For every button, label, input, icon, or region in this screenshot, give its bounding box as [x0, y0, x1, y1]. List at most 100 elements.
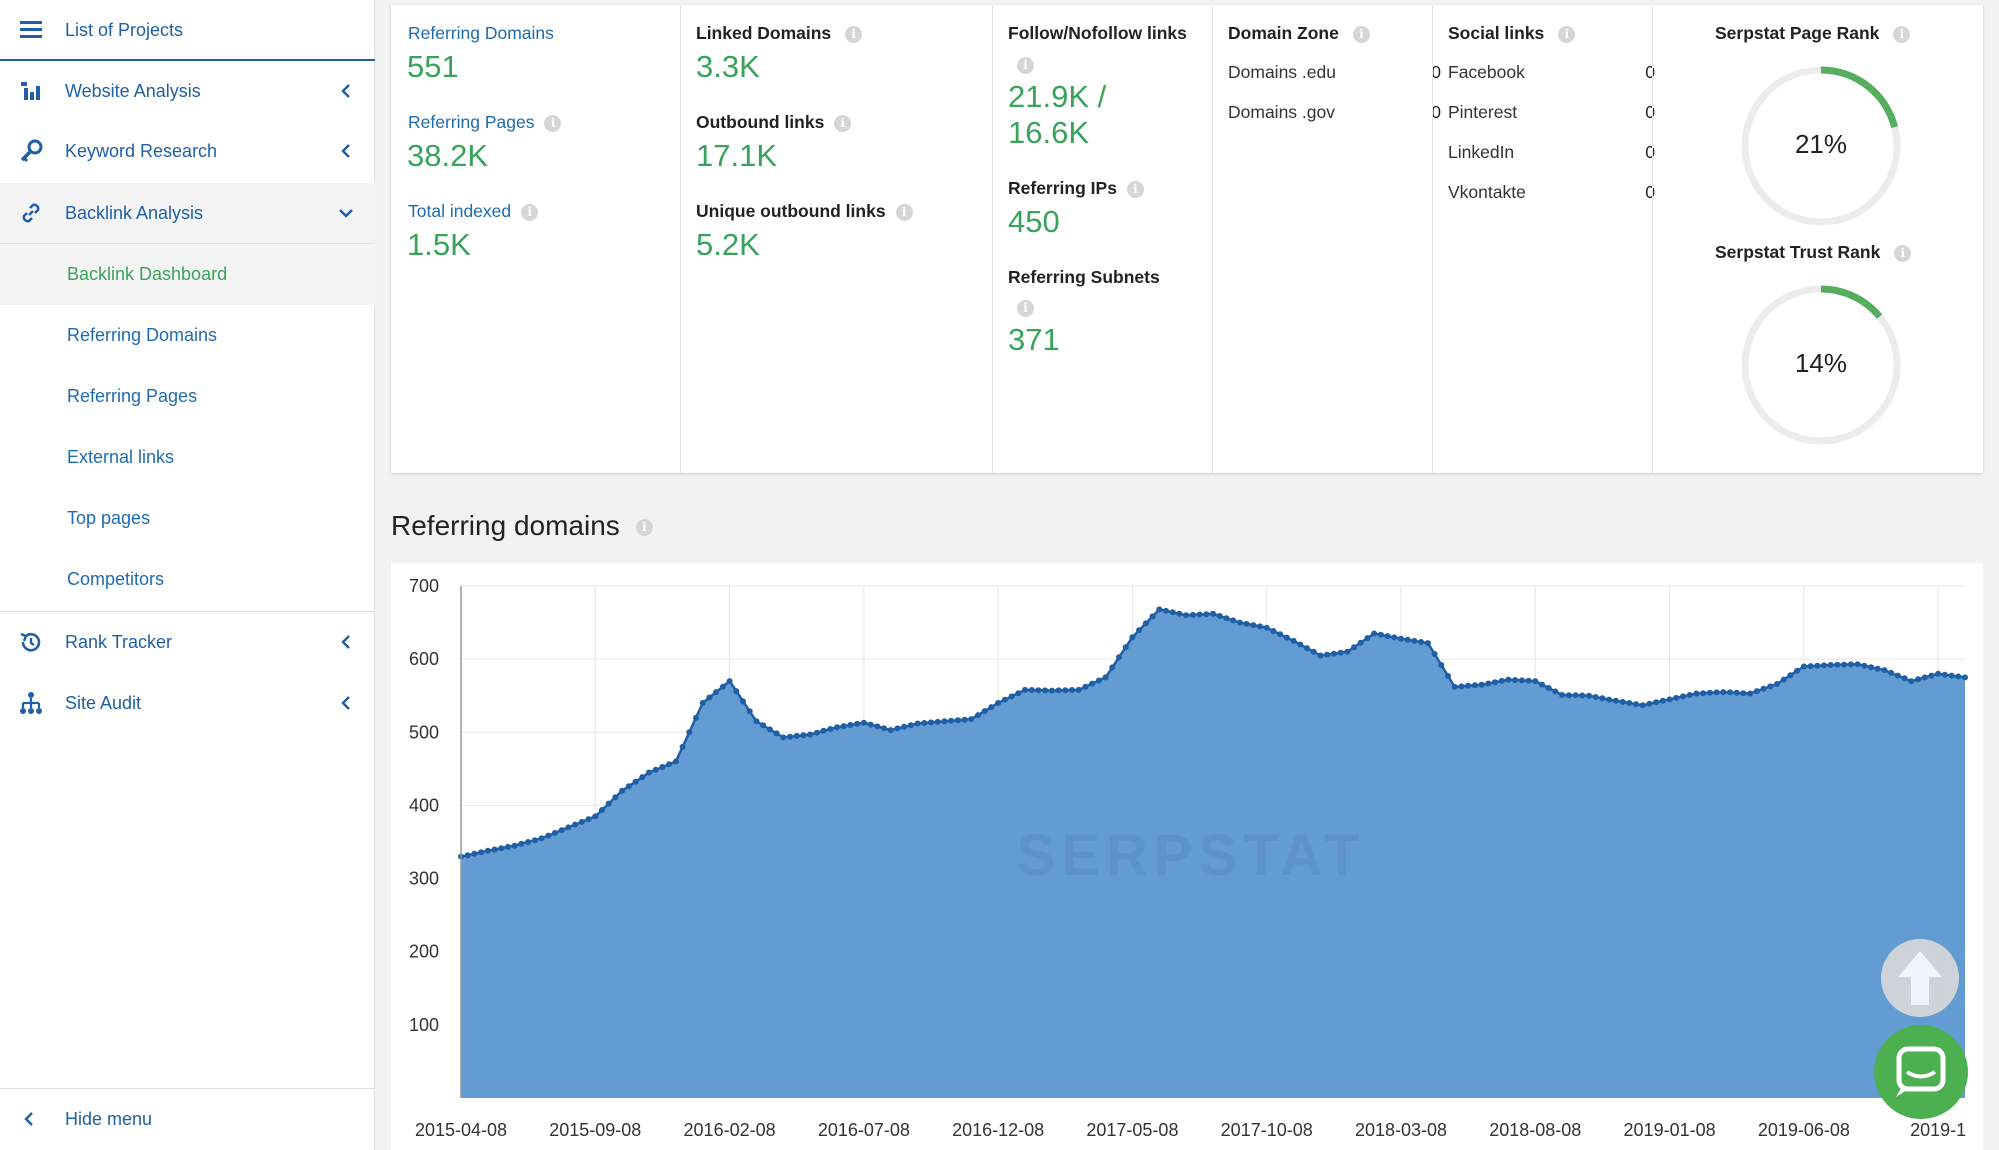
y-tick-label: 300	[409, 869, 439, 889]
data-point	[1445, 673, 1451, 679]
data-point	[1592, 694, 1599, 700]
column-divider	[1212, 5, 1213, 473]
scroll-to-top-button[interactable]	[1881, 939, 1959, 1017]
referring-pages-link[interactable]: Referring Pages i	[408, 112, 562, 133]
sidebar: List of Projects Website Analysis Keywor…	[0, 0, 375, 1150]
unique-outbound-label: Unique outbound links	[696, 201, 886, 221]
data-point	[1028, 687, 1035, 693]
data-point	[1747, 690, 1754, 697]
data-point	[619, 787, 626, 794]
data-point	[652, 766, 659, 773]
info-icon[interactable]: i	[895, 203, 913, 221]
data-point	[780, 734, 787, 741]
sidebar-item-keyword-research[interactable]: Keyword Research	[0, 121, 375, 181]
sidebar-subitem-label: Competitors	[67, 569, 165, 589]
data-point	[1498, 677, 1505, 684]
referring-subnets-value: 371	[1008, 322, 1060, 357]
sidebar-subitem-backlink-dashboard[interactable]: Backlink Dashboard	[0, 244, 375, 305]
data-point	[1552, 688, 1559, 695]
data-point	[1492, 679, 1498, 686]
data-point	[1277, 631, 1284, 638]
data-point	[1653, 699, 1660, 706]
y-tick-label: 100	[409, 1015, 439, 1035]
history-icon	[20, 632, 41, 652]
data-point	[1733, 689, 1740, 696]
data-point	[1901, 675, 1908, 682]
sidebar-subitem-competitors[interactable]: Competitors	[0, 549, 375, 610]
page-rank-heading: Serpstat Page Rank i	[1715, 23, 1911, 44]
outbound-links-label: Outbound links	[696, 112, 825, 132]
sidebar-subitem-referring-domains[interactable]: Referring Domains	[0, 305, 375, 366]
chat-icon	[1896, 1046, 1946, 1097]
y-tick-label: 600	[409, 649, 439, 669]
info-icon[interactable]: i	[845, 25, 863, 43]
data-point	[1666, 696, 1673, 703]
info-icon[interactable]: i	[1558, 25, 1576, 43]
info-icon[interactable]: i	[1017, 300, 1034, 317]
info-icon[interactable]: i	[834, 114, 852, 132]
data-point	[1619, 698, 1626, 705]
data-point	[1478, 681, 1485, 688]
info-icon[interactable]: i	[1352, 25, 1370, 43]
page-rank-label: Serpstat Page Rank	[1715, 23, 1880, 43]
data-point	[1102, 674, 1109, 681]
data-point	[646, 769, 652, 776]
data-point	[1807, 663, 1814, 670]
column-divider	[1432, 5, 1433, 473]
data-point	[928, 719, 934, 726]
info-icon[interactable]: i	[1017, 57, 1034, 74]
data-point	[1290, 637, 1297, 644]
referring-pages-label: Referring Pages	[408, 112, 535, 132]
total-indexed-link[interactable]: Total indexed i	[408, 201, 539, 222]
data-point	[572, 821, 579, 828]
data-point	[1935, 670, 1942, 677]
data-point	[1048, 687, 1055, 694]
sidebar-item-website-analysis[interactable]: Website Analysis	[0, 61, 375, 121]
domain-zone-value: 0	[1431, 62, 1441, 82]
sidebar-subitem-external-links[interactable]: External links	[0, 427, 375, 488]
data-point	[1639, 702, 1646, 709]
info-icon[interactable]: i	[521, 203, 539, 221]
data-point	[1391, 634, 1398, 641]
trust-rank-label: Serpstat Trust Rank	[1715, 242, 1881, 262]
data-point	[800, 732, 807, 739]
data-point	[1062, 687, 1069, 694]
data-point	[1505, 676, 1512, 683]
data-point	[1015, 690, 1022, 697]
sidebar-subitem-top-pages[interactable]: Top pages	[0, 488, 375, 549]
data-point	[505, 843, 511, 850]
chart-card: 100 200 300 400 500 600 700 2015-04-08 2015-09-0…	[391, 563, 1983, 1150]
data-point	[1351, 644, 1357, 651]
sidebar-item-rank-tracker[interactable]: Rank Tracker	[0, 612, 375, 672]
info-icon[interactable]: i	[1126, 180, 1144, 198]
data-point	[1713, 689, 1720, 696]
x-tick-label: 2016-02-08	[684, 1120, 776, 1140]
sidebar-subitem-label: Top pages	[67, 508, 151, 528]
data-point	[672, 758, 679, 765]
data-point	[1532, 678, 1539, 685]
info-icon[interactable]: i	[635, 519, 653, 537]
info-icon[interactable]: i	[544, 114, 562, 132]
data-point	[1586, 692, 1592, 699]
info-icon[interactable]: i	[1893, 25, 1911, 43]
list-of-projects-button[interactable]: List of Projects	[0, 0, 375, 60]
data-point	[901, 723, 908, 730]
data-point	[820, 727, 827, 734]
data-point	[1377, 631, 1384, 638]
x-tick-label: 2018-08-08	[1489, 1120, 1581, 1140]
data-point	[1700, 690, 1707, 697]
sidebar-item-site-audit[interactable]: Site Audit	[0, 673, 375, 733]
chat-button[interactable]	[1874, 1025, 1968, 1119]
sidebar-subitem-referring-pages[interactable]: Referring Pages	[0, 366, 375, 427]
data-point	[1384, 633, 1391, 640]
sidebar-item-backlink-analysis[interactable]: Backlink Analysis	[0, 183, 375, 243]
x-tick-label: 2017-10-08	[1221, 1120, 1313, 1140]
data-point	[1257, 623, 1263, 630]
follow-nofollow-value: 21.9K /	[1008, 79, 1107, 114]
data-point	[1243, 620, 1250, 627]
referring-domains-link[interactable]: Referring Domains	[408, 23, 554, 44]
data-point	[975, 712, 981, 719]
hide-menu-button[interactable]: Hide menu	[0, 1089, 375, 1149]
info-icon[interactable]: i	[1894, 244, 1912, 262]
domain-zone-name: Domains .edu	[1228, 62, 1336, 82]
